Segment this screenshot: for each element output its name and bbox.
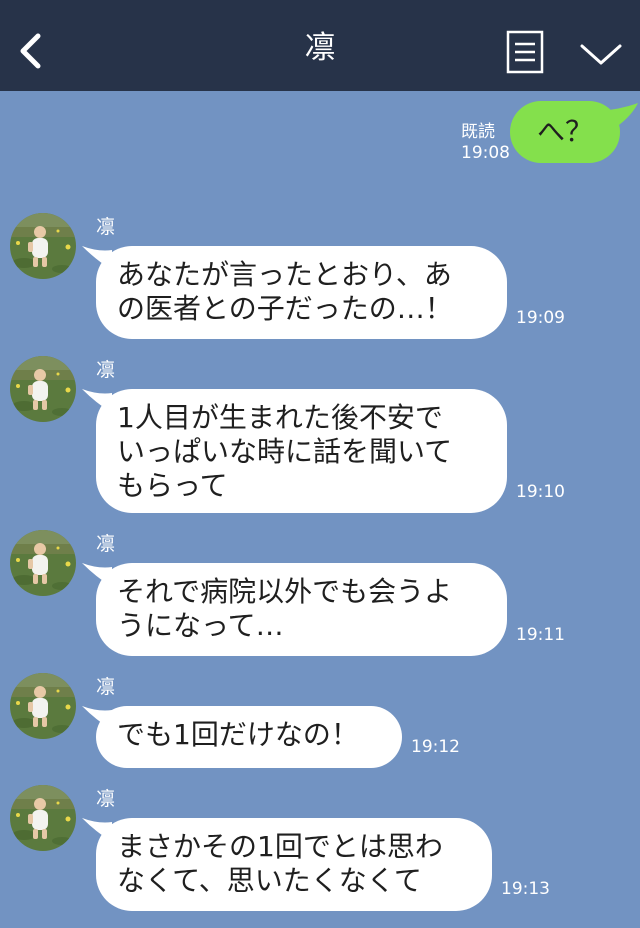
message-time: 19:08 — [461, 143, 510, 163]
message-bubble[interactable]: 1人目が生まれた後不安で いっぱいな時に話を聞いて もらって — [96, 389, 507, 513]
avatar[interactable] — [10, 673, 76, 739]
avatar[interactable] — [10, 530, 76, 596]
message-text: 1人目が生まれた後不安で いっぱいな時に話を聞いて もらって — [117, 401, 453, 502]
read-receipt: 既読 — [461, 122, 495, 142]
sender-name: 凛 — [96, 216, 116, 238]
message-text: それで病院以外でも会うよ うになって… — [117, 575, 453, 642]
sender-name: 凛 — [96, 788, 116, 810]
list-icon[interactable] — [506, 30, 544, 74]
sender-name: 凛 — [96, 359, 116, 381]
chat-header: 凛 — [0, 0, 640, 91]
avatar[interactable] — [10, 785, 76, 851]
sender-name: 凛 — [96, 676, 116, 698]
message-time: 19:13 — [501, 879, 550, 899]
message-text: でも1回だけなの！ — [117, 718, 359, 751]
message-bubble[interactable]: でも1回だけなの！ — [96, 706, 402, 768]
message-time: 19:12 — [411, 737, 460, 757]
chat-title: 凛 — [304, 30, 336, 66]
message-text: へ？ — [536, 115, 593, 148]
avatar[interactable] — [10, 213, 76, 279]
message-list[interactable]: 既読 19:08 へ？ 凛 あなたが言ったとおり、あ の医者との子だったの…！ … — [0, 91, 640, 928]
sent-message: 既読 19:08 へ？ — [0, 91, 640, 181]
message-time: 19:10 — [516, 482, 565, 502]
message-bubble[interactable]: あなたが言ったとおり、あ の医者との子だったの…！ — [96, 246, 507, 339]
message-bubble[interactable]: まさかその1回でとは思わ なくて、思いたくなくて — [96, 818, 492, 911]
message-bubble[interactable]: それで病院以外でも会うよ うになって… — [96, 563, 507, 656]
avatar[interactable] — [10, 356, 76, 422]
sender-name: 凛 — [96, 533, 116, 555]
message-time: 19:11 — [516, 625, 565, 645]
message-text: あなたが言ったとおり、あ の医者との子だったの…！ — [117, 258, 453, 325]
message-text: まさかその1回でとは思わ なくて、思いたくなくて — [117, 830, 443, 897]
chevron-down-icon[interactable] — [578, 38, 624, 68]
message-time: 19:09 — [516, 308, 565, 328]
